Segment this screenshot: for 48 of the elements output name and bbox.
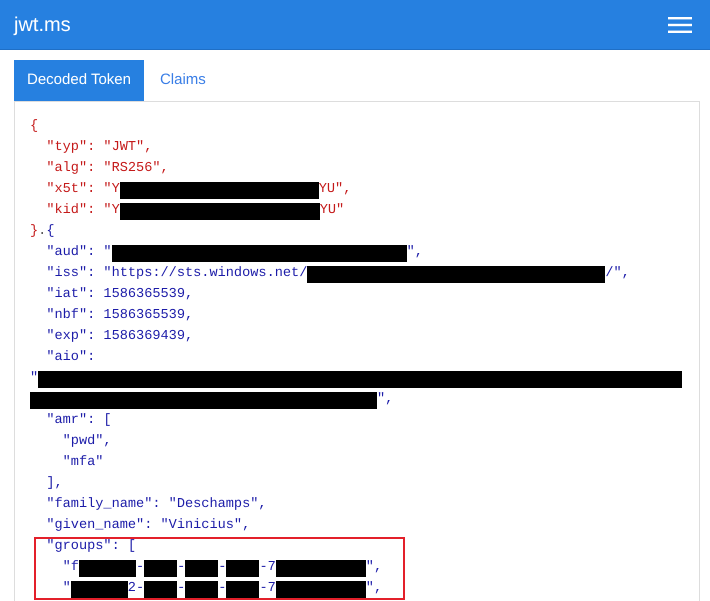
code-text: 2- xyxy=(128,580,144,598)
redaction-bar xyxy=(78,560,136,576)
brand-title[interactable]: jwt.ms xyxy=(14,14,71,34)
code-text: "mfa" xyxy=(62,454,104,472)
code-text: -7 xyxy=(259,558,276,577)
code-text: YU", xyxy=(318,180,352,199)
menu-icon[interactable] xyxy=(668,16,692,32)
redaction-bar xyxy=(70,580,128,598)
code-text: { xyxy=(30,118,38,136)
code-text: "iat": 1586365539, xyxy=(46,286,194,304)
code-text: /", xyxy=(605,264,630,283)
code-text: "pwd", xyxy=(62,432,112,451)
redaction-bar xyxy=(144,580,178,598)
code-text: ", xyxy=(406,244,423,262)
code-text: "nbf": 1586365539, xyxy=(46,306,194,325)
code-text: ", xyxy=(377,390,394,409)
code-text: "x5t": "Y xyxy=(46,180,120,199)
code-text: "f xyxy=(62,558,79,577)
code-text: "aud": " xyxy=(46,244,112,262)
redaction-bar xyxy=(226,560,260,576)
redaction-bar xyxy=(226,580,260,598)
code-text: "family_name": "Deschamps", xyxy=(46,496,267,514)
redaction-bar xyxy=(144,560,178,576)
code-text: "groups": [ xyxy=(46,538,136,556)
code-text: "alg": "RS256", xyxy=(46,160,169,178)
code-text: "aio": xyxy=(46,348,96,367)
code-text: - xyxy=(218,558,226,577)
code-text: - xyxy=(177,580,186,598)
code-text: " xyxy=(30,370,38,388)
code-text: -7 xyxy=(259,580,276,598)
code-text: }.{ xyxy=(30,222,55,241)
code-text: ", xyxy=(366,558,382,577)
code-text: - xyxy=(177,558,186,577)
redaction-bar xyxy=(185,580,218,598)
code-text: "iss": "https://sts.windows.net/ xyxy=(46,264,308,283)
code-text: "amr": [ xyxy=(46,412,112,430)
code-text: "exp": 1586369439, xyxy=(46,328,194,346)
code-text: "given_name": "Vinicius", xyxy=(46,516,250,535)
code-text: - xyxy=(218,580,226,598)
redaction-bar xyxy=(185,560,218,576)
tab[interactable]: Decoded Token xyxy=(14,60,144,101)
code-text: - xyxy=(136,558,144,577)
code-text: ", xyxy=(366,580,382,598)
code-text: ], xyxy=(46,474,63,493)
code-text: YU" xyxy=(320,202,344,220)
code-text: "kid": "Y xyxy=(46,202,120,220)
code-text: " xyxy=(62,580,71,598)
code-text: "typ": "JWT", xyxy=(46,138,152,157)
